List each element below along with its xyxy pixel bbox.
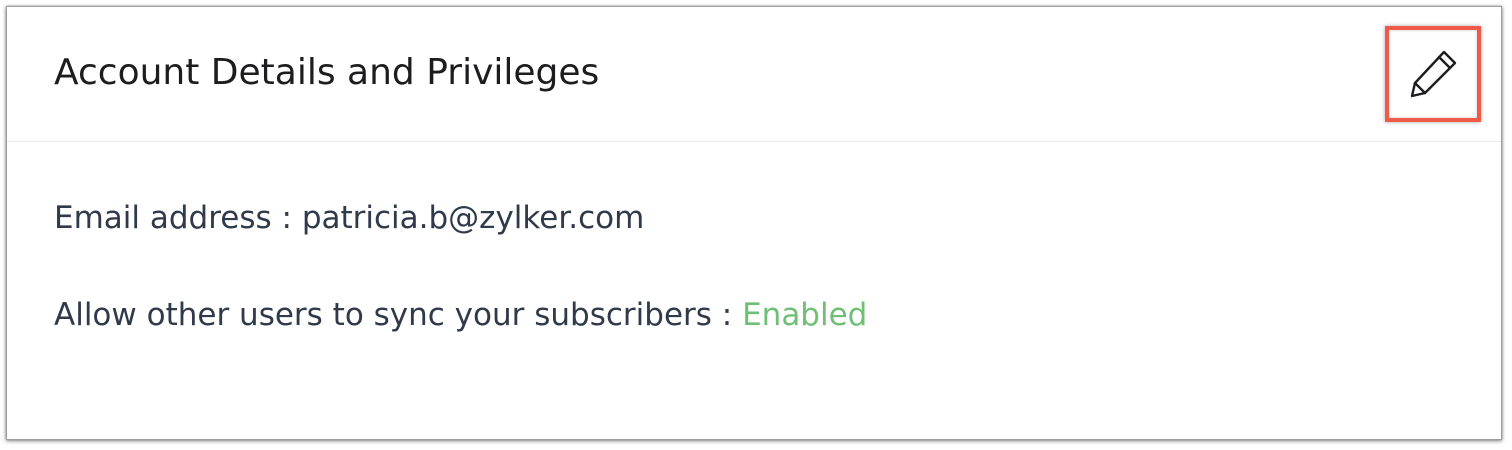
edit-button[interactable] (1385, 26, 1481, 122)
account-details-card: Account Details and Privileges Email add… (6, 6, 1502, 440)
sync-subscribers-row: Allow other users to sync your subscribe… (54, 296, 867, 334)
sync-status-value: Enabled (742, 297, 868, 333)
sync-subscribers-label: Allow other users to sync your subscribe… (54, 297, 712, 333)
card-title: Account Details and Privileges (54, 52, 600, 93)
email-row: Email address : patricia.b@zylker.com (54, 199, 644, 237)
sync-separator: : (711, 297, 743, 333)
email-separator: : (271, 200, 302, 236)
email-value: patricia.b@zylker.com (301, 200, 645, 236)
email-label: Email address (54, 200, 272, 236)
card-header: Account Details and Privileges (7, 7, 1501, 142)
pencil-icon (1410, 50, 1457, 98)
